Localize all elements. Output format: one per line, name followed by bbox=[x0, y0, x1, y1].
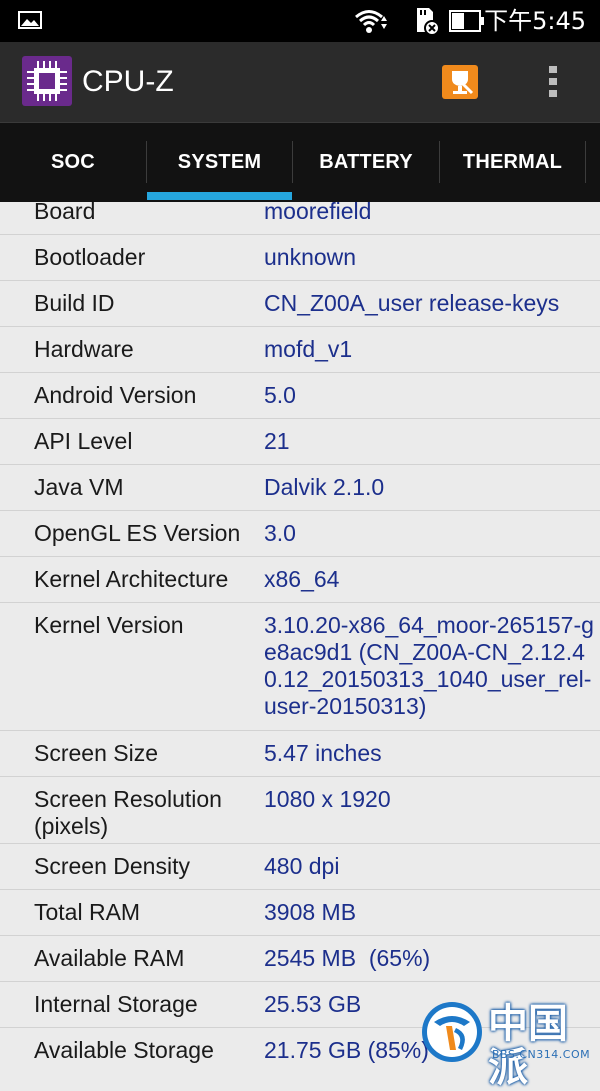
info-label: OpenGL ES Version bbox=[34, 520, 241, 546]
watermark: 中国派 BBS.CN314.COM bbox=[420, 998, 600, 1090]
app-bar: CPU-Z bbox=[0, 42, 600, 122]
app-title: CPU-Z bbox=[82, 65, 174, 98]
info-value: 3908 MB bbox=[264, 899, 357, 925]
info-row-screen-density: Screen Density 480 dpi bbox=[0, 844, 600, 890]
info-value: mofd_v1 bbox=[264, 336, 353, 362]
info-label: API Level bbox=[34, 428, 133, 454]
wifi-icon bbox=[355, 10, 387, 33]
info-value: 3.0 bbox=[264, 520, 296, 546]
system-info-list[interactable]: Board moorefield Bootloader unknown Buil… bbox=[0, 202, 600, 1067]
info-value: 3.10.20-x86_64_moor-265157-ge8ac9d1 (CN_… bbox=[264, 612, 594, 719]
info-value: 5.47 inches bbox=[264, 740, 382, 766]
tab-battery[interactable]: BATTERY bbox=[293, 123, 439, 202]
sd-card-icon bbox=[417, 8, 440, 36]
battery-icon bbox=[449, 10, 484, 32]
info-label: Screen Resolution (pixels) bbox=[34, 786, 222, 839]
info-value: Dalvik 2.1.0 bbox=[264, 474, 385, 500]
info-row-api-level: API Level 21 bbox=[0, 419, 600, 465]
info-label: Bootloader bbox=[34, 244, 146, 270]
tab-system[interactable]: SYSTEM bbox=[147, 123, 292, 202]
gallery-icon bbox=[18, 11, 42, 29]
info-value: unknown bbox=[264, 244, 357, 270]
info-row-total-ram: Total RAM 3908 MB bbox=[0, 890, 600, 936]
info-row-android-version: Android Version 5.0 bbox=[0, 373, 600, 419]
info-value: CN_Z00A_user release-keys bbox=[264, 290, 560, 316]
info-label: Kernel Architecture bbox=[34, 566, 229, 592]
info-label: Kernel Version bbox=[34, 612, 184, 638]
info-row-kernel-architecture: Kernel Architecture x86_64 bbox=[0, 557, 600, 603]
active-tab-indicator bbox=[147, 192, 292, 200]
info-label: Available Storage bbox=[34, 1037, 214, 1063]
overflow-menu-icon[interactable] bbox=[541, 64, 565, 100]
info-row-screen-size: Screen Size 5.47 inches bbox=[0, 731, 600, 777]
status-time: 下午5:45 bbox=[484, 7, 586, 35]
info-label: Android Version bbox=[34, 382, 197, 408]
info-label: Screen Density bbox=[34, 853, 190, 879]
tab-bar: SOC SYSTEM BATTERY THERMAL bbox=[0, 122, 600, 202]
watermark-logo-icon bbox=[422, 1002, 482, 1062]
info-value: 1080 x 1920 bbox=[264, 786, 391, 812]
info-row-board: Board moorefield bbox=[0, 202, 600, 235]
info-label: Internal Storage bbox=[34, 991, 198, 1017]
info-label: Java VM bbox=[34, 474, 124, 500]
info-value: 5.0 bbox=[264, 382, 296, 408]
info-row-bootloader: Bootloader unknown bbox=[0, 235, 600, 281]
watermark-url: BBS.CN314.COM bbox=[492, 1048, 591, 1061]
info-row-available-ram: Available RAM 2545 MB (65%) bbox=[0, 936, 600, 982]
info-label: Available RAM bbox=[34, 945, 185, 971]
info-label: Hardware bbox=[34, 336, 134, 362]
benchmark-icon[interactable] bbox=[442, 65, 478, 99]
info-value: 21 bbox=[264, 428, 290, 454]
info-row-hardware: Hardware mofd_v1 bbox=[0, 327, 600, 373]
info-label: Board bbox=[34, 202, 96, 224]
info-label: Screen Size bbox=[34, 740, 159, 766]
cpu-chip-icon bbox=[22, 56, 72, 106]
info-value: 480 dpi bbox=[264, 853, 340, 879]
info-label: Build ID bbox=[34, 290, 115, 316]
tab-thermal[interactable]: THERMAL bbox=[440, 123, 585, 202]
tab-divider bbox=[585, 141, 586, 183]
info-row-screen-resolution: Screen Resolution (pixels) 1080 x 1920 bbox=[0, 777, 600, 844]
info-value: 2545 MB (65%) bbox=[264, 945, 431, 971]
watermark-text: 中国派 bbox=[488, 1001, 568, 1091]
info-value: moorefield bbox=[264, 202, 372, 224]
status-bar: 下午5:45 bbox=[0, 0, 600, 42]
info-row-java-vm: Java VM Dalvik 2.1.0 bbox=[0, 465, 600, 511]
info-row-opengl-es-version: OpenGL ES Version 3.0 bbox=[0, 511, 600, 557]
info-row-kernel-version: Kernel Version 3.10.20-x86_64_moor-26515… bbox=[0, 603, 600, 731]
info-row-build-id: Build ID CN_Z00A_user release-keys bbox=[0, 281, 600, 327]
info-label: Total RAM bbox=[34, 899, 141, 925]
info-value: x86_64 bbox=[264, 566, 340, 592]
tab-soc[interactable]: SOC bbox=[0, 123, 146, 202]
